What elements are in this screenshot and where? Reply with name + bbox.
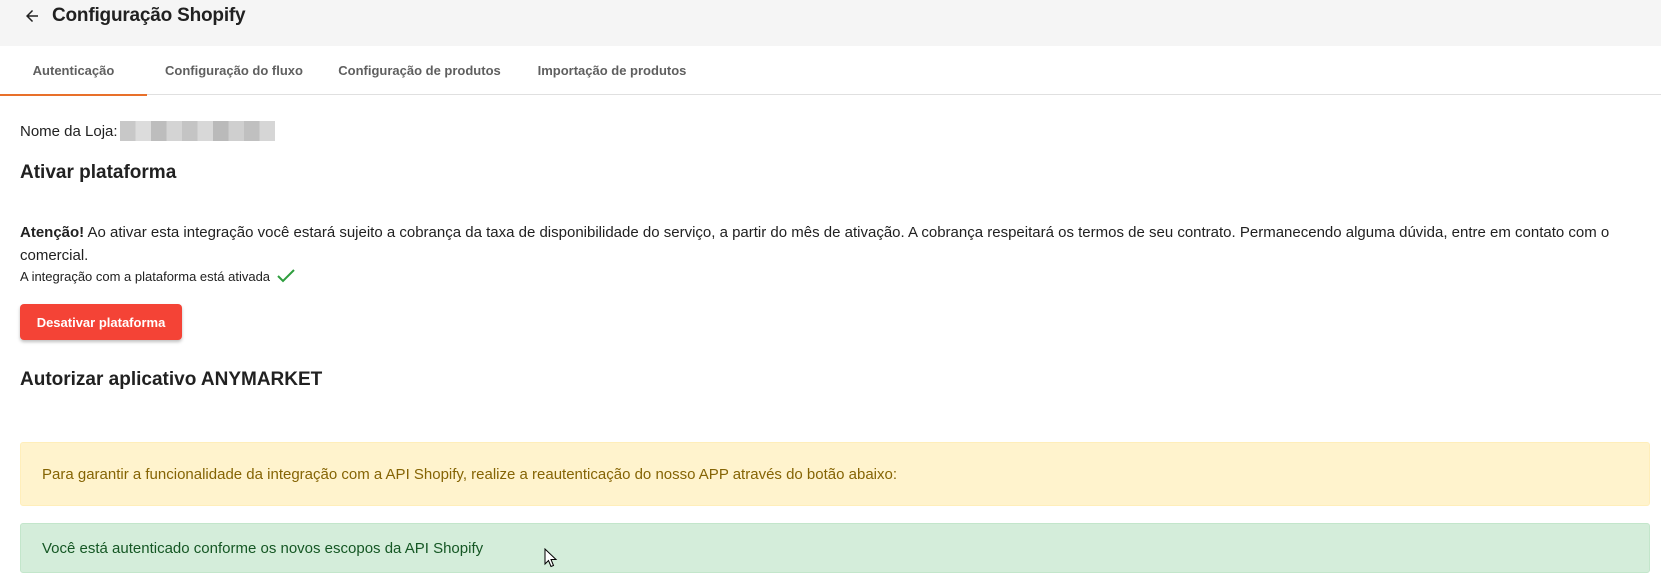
mouse-cursor-icon [544,548,558,568]
tab-bar: Autenticação Configuração do fluxo Confi… [0,46,1661,96]
back-button[interactable] [20,4,44,28]
reauth-warning-text: Para garantir a funcionalidade da integr… [42,465,897,483]
store-name-row: Nome da Loja: [20,121,275,141]
tab-importacao-produtos[interactable]: Importação de produtos [518,46,706,95]
warning-body: Ao ativar esta integração você estará su… [20,224,1610,264]
deactivate-platform-button[interactable]: Desativar plataforma [20,304,182,340]
integration-status: A integração com a plataforma está ativa… [20,268,296,284]
activation-warning: Atenção! Ao ativar esta integração você … [20,221,1645,267]
tab-autenticacao[interactable]: Autenticação [0,46,147,96]
tab-configuracao-produtos[interactable]: Configuração de produtos [321,46,518,95]
auth-success-text: Você está autenticado conforme os novos … [42,539,484,557]
store-name-label: Nome da Loja: [20,122,118,140]
store-name-redacted [119,121,275,141]
reauth-warning-alert: Para garantir a funcionalidade da integr… [20,442,1650,506]
tab-configuracao-fluxo[interactable]: Configuração do fluxo [147,46,321,95]
authorize-section-title: Autorizar aplicativo ANYMARKET [20,369,323,390]
page-title: Configuração Shopify [52,5,246,26]
activate-section-title: Ativar plataforma [20,162,177,183]
checkmark-icon [276,268,296,284]
arrow-left-icon [26,10,38,22]
app-header: Configuração Shopify [0,0,1661,46]
warning-bold-label: Atenção! [20,224,85,241]
auth-success-alert: Você está autenticado conforme os novos … [20,523,1650,573]
status-text: A integração com a plataforma está ativa… [20,269,271,284]
